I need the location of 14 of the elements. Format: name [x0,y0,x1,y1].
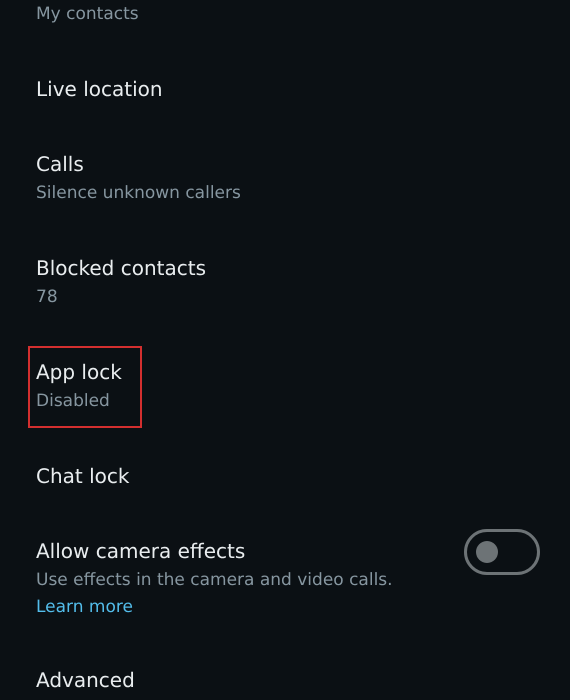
setting-title: Blocked contacts [36,255,207,282]
setting-subtitle: Silence unknown callers [36,182,242,205]
setting-subtitle: Disabled [36,390,111,413]
learn-more-link[interactable]: Learn more [36,595,133,620]
setting-subtitle: Use effects in the camera and video calls. [36,569,394,592]
setting-subtitle: 78 [36,286,59,309]
setting-title: Allow camera effects [36,538,246,565]
toggle-switch[interactable] [464,529,540,575]
setting-title: Live location [36,76,164,103]
setting-title: Calls [36,151,85,178]
setting-subtitle: My contacts [36,3,140,26]
setting-title: Chat lock [36,463,130,490]
setting-title: App lock [36,359,122,386]
setting-title: Advanced [36,667,136,694]
